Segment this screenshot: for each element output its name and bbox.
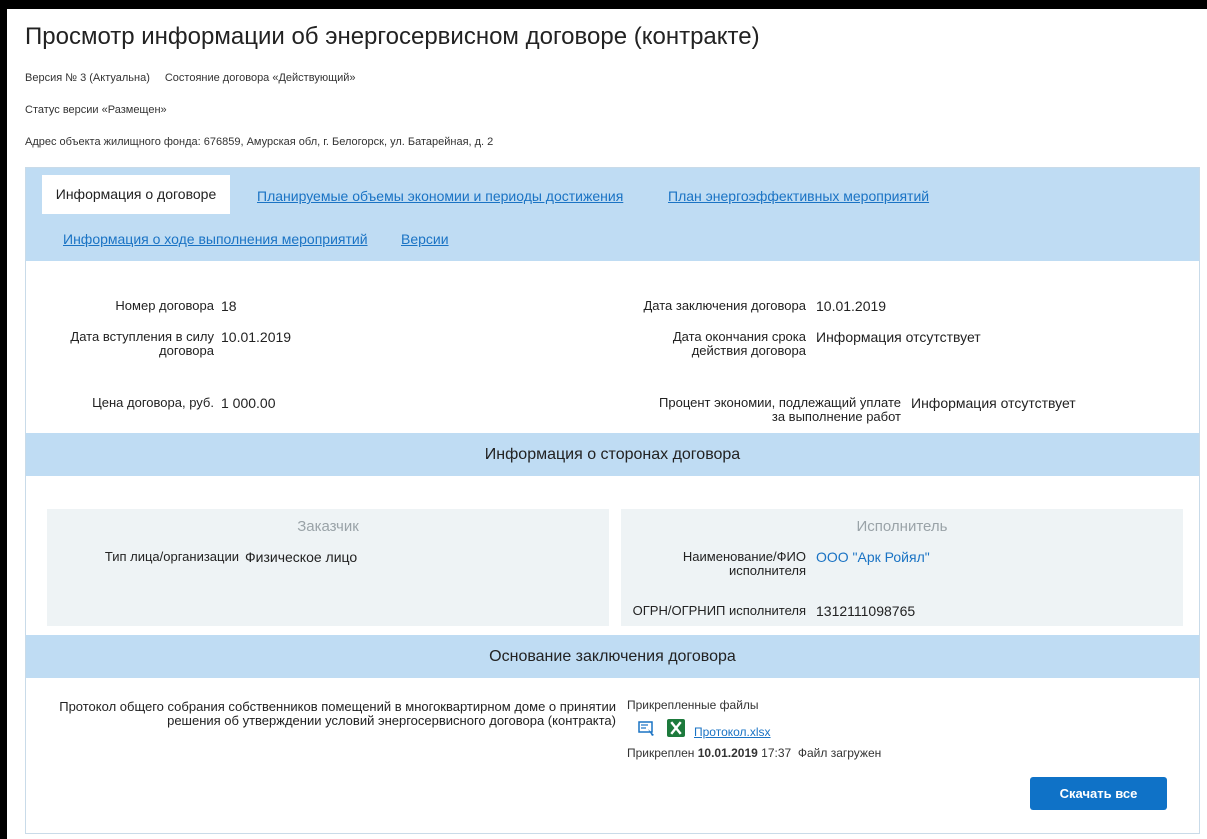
effective-date-value: 10.01.2019 — [221, 329, 292, 345]
contractor-ogrn-label: ОГРН/ОГРНИП исполнителя — [632, 603, 806, 618]
contract-state: Состояние договора «Действующий» — [164, 72, 356, 84]
object-address: Адрес объекта жилищного фонда: 676859, А… — [25, 136, 494, 148]
version-status: Статус версии «Размещен» — [25, 104, 167, 116]
tab-contract-info[interactable]: Информация о договоре — [42, 175, 230, 214]
price-value: 1 000.00 — [221, 395, 276, 411]
tab-execution-progress[interactable]: Информация о ходе выполнения мероприятий — [63, 231, 368, 247]
contract-card: Информация о договоре Планируемые объемы… — [25, 167, 1200, 834]
attached-prefix: Прикреплен — [627, 746, 695, 760]
protocol-label: Протокол общего собрания собственников п… — [59, 699, 616, 728]
contractor-ogrn-value: 1312111098765 — [816, 603, 916, 619]
contractor-name-label: Наименование/ФИО исполнителя — [682, 549, 806, 578]
customer-type-value: Физическое лицо — [245, 549, 358, 565]
tab-versions[interactable]: Версии — [401, 231, 449, 247]
end-date-value: Информация отсутствует — [816, 329, 981, 345]
price-label: Цена договора, руб. — [92, 395, 214, 410]
contractor-name-link[interactable]: ООО "Арк Ройял" — [816, 549, 930, 565]
contract-number-value: 18 — [221, 298, 237, 314]
conclusion-date-value: 10.01.2019 — [816, 298, 887, 314]
contract-number-label: Номер договора — [115, 298, 214, 313]
excel-file-icon — [667, 719, 685, 737]
basis-heading: Основание заключения договора — [26, 635, 1199, 678]
download-all-button[interactable]: Скачать все — [1030, 777, 1167, 810]
savings-percent-value: Информация отсутствует — [911, 395, 1076, 411]
tab-savings-volumes[interactable]: Планируемые объемы экономии и периоды до… — [257, 188, 623, 204]
effective-date-label: Дата вступления в силу договора — [70, 329, 214, 358]
attached-info: Прикреплен 10.01.2019 17:37 Файл загруже… — [627, 746, 881, 760]
attached-time: 17:37 — [761, 746, 792, 760]
parties-heading: Информация о сторонах договора — [26, 433, 1199, 476]
attached-date: 10.01.2019 — [697, 746, 758, 760]
savings-percent-label: Процент экономии, подлежащий уплате за в… — [659, 395, 901, 424]
end-date-label: Дата окончания срока действия договора — [672, 329, 806, 358]
contractor-panel: Исполнитель Наименование/ФИО исполнителя… — [621, 509, 1183, 626]
signature-icon[interactable] — [638, 720, 656, 738]
conclusion-date-label: Дата заключения договора — [643, 298, 806, 313]
protocol-file-link[interactable]: Протокол.xlsx — [694, 725, 771, 739]
customer-panel: Заказчик Тип лица/организации Физическое… — [47, 509, 609, 626]
page: Просмотр информации об энергосервисном д… — [7, 9, 1207, 839]
customer-title: Заказчик — [297, 518, 359, 535]
contractor-title: Исполнитель — [856, 518, 948, 535]
customer-type-label: Тип лица/организации — [104, 549, 239, 564]
attached-files-label: Прикрепленные файлы — [627, 698, 759, 712]
tab-bar: Информация о договоре Планируемые объемы… — [26, 168, 1199, 261]
version-number: Версия № 3 (Актуальна) — [25, 72, 150, 84]
tab-energy-plan[interactable]: План энергоэффективных мероприятий — [668, 188, 929, 204]
version-line: Версия № 3 (Актуальна) Состояние договора… — [25, 72, 356, 84]
page-title: Просмотр информации об энергосервисном д… — [25, 23, 760, 50]
file-status: Файл загружен — [797, 746, 882, 760]
